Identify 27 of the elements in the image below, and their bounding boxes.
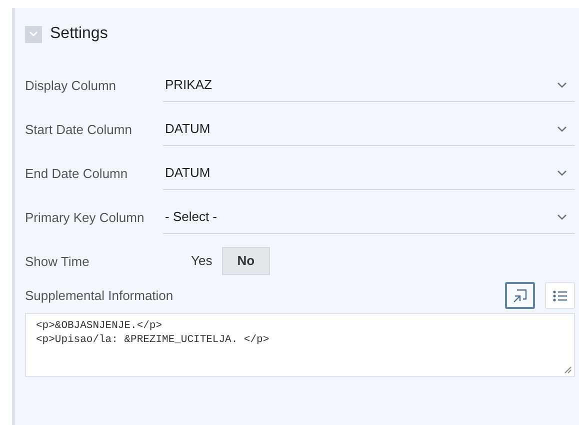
expand-button[interactable] xyxy=(505,282,535,309)
resize-handle-icon[interactable] xyxy=(564,366,572,374)
field-label: Show Time xyxy=(25,252,90,270)
select-field[interactable]: DATUM xyxy=(163,112,575,146)
field-label: Primary Key Column xyxy=(25,208,146,226)
toggle-option[interactable]: Yes xyxy=(183,247,220,275)
code-line: <p>&OBJASNJENJE.</p> xyxy=(36,319,162,333)
select-field[interactable]: DATUM xyxy=(163,156,575,190)
expand-icon xyxy=(513,288,527,302)
list-icon xyxy=(553,290,567,302)
chevron-down-icon xyxy=(557,170,567,176)
code-line: <p>Upisao/la: &PREZIME_UCITELJA. </p> xyxy=(36,333,270,347)
list-button[interactable] xyxy=(545,282,575,309)
collapse-toggle[interactable] xyxy=(25,26,42,42)
chevron-down-icon xyxy=(29,31,38,37)
field-label: Start Date Column xyxy=(25,120,133,138)
code-editor[interactable]: <p>&OBJASNJENJE.</p> <p>Upisao/la: &PREZIME_UCITELJA. </p> xyxy=(25,313,575,377)
chevron-down-icon xyxy=(557,214,567,220)
select-field[interactable]: - Select - xyxy=(163,200,575,234)
toggle-option[interactable]: No xyxy=(222,247,270,275)
chevron-down-icon xyxy=(557,126,567,132)
field-label: End Date Column xyxy=(25,164,129,182)
section-title: Settings xyxy=(50,24,108,44)
field-label: Display Column xyxy=(25,76,118,94)
field-label: Supplemental Information xyxy=(25,286,174,305)
select-field[interactable]: PRIKAZ xyxy=(163,68,575,102)
chevron-down-icon xyxy=(557,82,567,88)
